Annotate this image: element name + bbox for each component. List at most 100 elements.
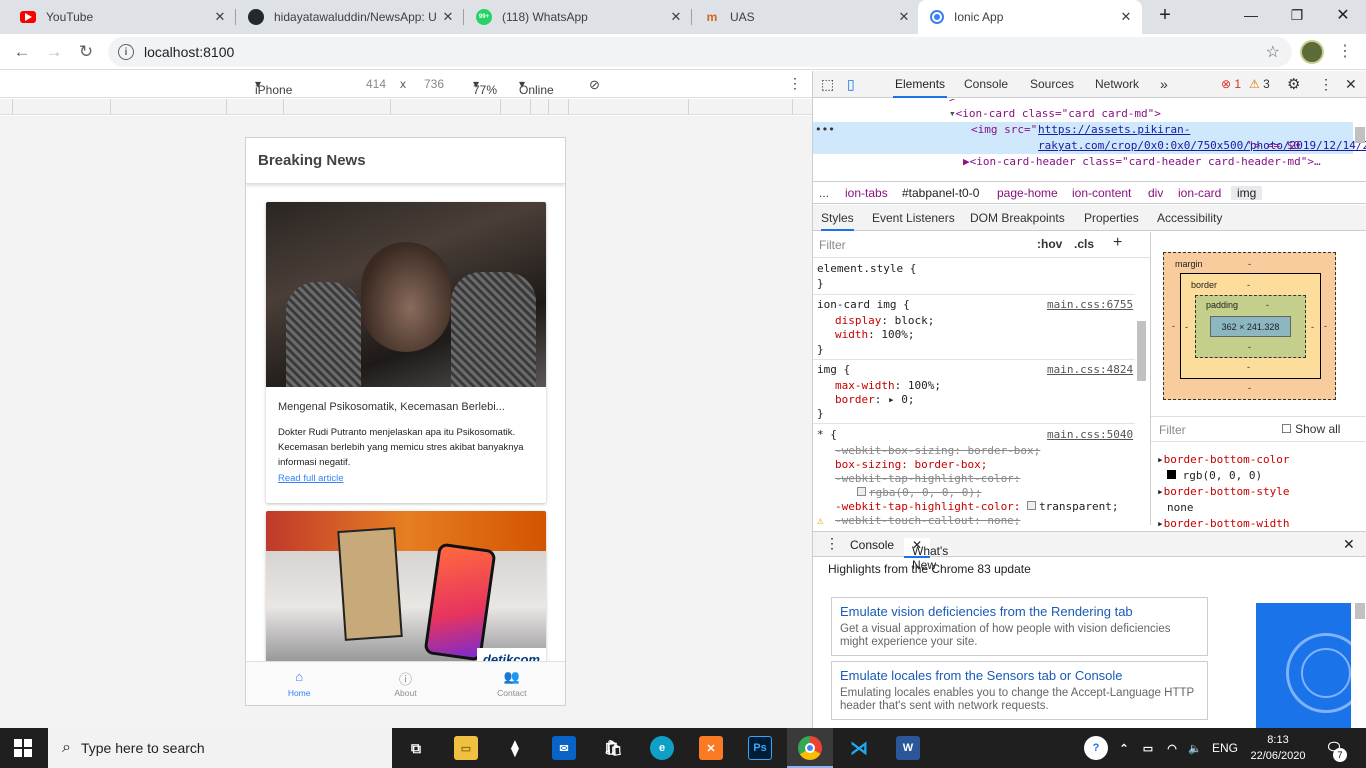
device-select[interactable]: iPhone 6/7/... ▾ [255,77,292,111]
device-toolbar-icon[interactable]: ▯ [847,71,855,98]
tab-home[interactable]: ⌂ Home [246,662,352,705]
news-card[interactable]: Mengenal Psikosomatik, Kecemasan Berlebi… [266,202,546,503]
dom-tree[interactable]: > ▾<ion-card class="card card-md"> ••• <… [813,99,1366,179]
close-icon[interactable]: ✕ [896,9,912,25]
scrollbar[interactable] [1137,321,1146,381]
close-devtools-icon[interactable]: ✕ [1345,71,1357,98]
subtab-event-listeners[interactable]: Event Listeners [872,211,955,225]
tab-youtube[interactable]: YouTube ✕ [8,0,236,34]
styles-filter-input[interactable]: Filter [819,238,846,252]
tab-elements[interactable]: Elements [893,71,948,98]
close-icon[interactable]: ✕ [440,9,456,25]
subtab-accessibility[interactable]: Accessibility [1157,211,1222,225]
tab-uas[interactable]: m UAS ✕ [692,0,920,34]
language-indicator[interactable]: ENG [1212,741,1238,755]
chevron-up-icon[interactable]: ⌃ [1112,736,1136,760]
source-link[interactable]: main.css:6755 [1047,297,1133,312]
box-content[interactable]: 362 × 241.328 [1210,316,1291,337]
whats-new-card[interactable]: Emulate vision deficiencies from the Ren… [831,597,1208,656]
rule-selector[interactable]: ion-card img { [817,297,910,312]
chrome-icon[interactable] [798,736,822,760]
profile-avatar[interactable] [1300,40,1324,64]
subtab-dom-breakpoints[interactable]: DOM Breakpoints [970,211,1065,225]
forward-icon[interactable]: → [42,40,66,64]
drawer-menu-icon[interactable]: ⋮ [825,535,839,552]
drawer-tab-whats-new[interactable]: What's New ✕ [904,538,948,572]
show-all-checkbox[interactable]: ☐ Show all [1281,422,1340,436]
tab-contact[interactable]: 👥 Contact [459,662,565,705]
window-close-button[interactable]: ✕ [1320,0,1366,30]
cls-toggle[interactable]: .cls [1074,237,1094,251]
media-query-ruler[interactable] [0,99,812,115]
new-tab-button[interactable]: + [1142,0,1188,30]
box-padding[interactable]: padding - - 362 × 241.328 [1195,295,1306,358]
reload-icon[interactable]: ↻ [74,40,98,64]
more-tabs-icon[interactable]: » [1160,71,1168,98]
maximize-button[interactable]: ❐ [1274,0,1320,30]
vscode-icon[interactable]: ⋊ [847,736,871,760]
computed-filter-input[interactable]: Filter [1159,423,1186,437]
windows-start-icon[interactable] [14,739,32,757]
tab-console[interactable]: Console [964,71,1008,98]
box-margin[interactable]: margin - - - - border - - - - padding - … [1163,252,1336,400]
new-rule-icon[interactable]: + [1113,234,1122,252]
news-card[interactable]: detikcom [266,511,546,671]
file-explorer-icon[interactable]: ▭ [454,736,478,760]
store-icon[interactable]: 🛍 [601,736,625,760]
clock[interactable]: 8:13 22/06/2020 [1250,732,1306,764]
tab-about[interactable]: ⓘ About [352,662,458,705]
source-link[interactable]: main.css:4824 [1047,362,1133,377]
rule-selector[interactable]: element.style { [817,261,916,276]
inspect-element-icon[interactable]: ⬚ [821,71,834,98]
edge-icon[interactable]: e [650,736,674,760]
tab-whatsapp[interactable]: 99+ (118) WhatsApp ✕ [464,0,692,34]
article-image[interactable] [266,202,546,387]
width-input[interactable]: 414 [366,77,386,91]
whats-new-card[interactable]: Emulate locales from the Sensors tab or … [831,661,1208,720]
back-icon[interactable]: ← [10,40,34,64]
dropbox-icon[interactable]: ⧫ [503,736,527,760]
bookmark-star-icon[interactable]: ☆ [1266,42,1280,62]
hov-toggle[interactable]: :hov [1037,237,1062,251]
info-icon[interactable]: i [118,44,134,60]
volume-icon[interactable]: 🔈 [1183,736,1207,760]
wifi-icon[interactable]: ◠ [1160,736,1184,760]
subtab-styles[interactable]: Styles [821,211,854,231]
tab-github[interactable]: hidayatawaluddin/NewsApp: U ✕ [236,0,464,34]
article-image[interactable]: detikcom [266,511,546,671]
rotate-icon[interactable]: ⊘ [589,77,600,93]
network-throttle-select[interactable]: Online ▾ [519,77,554,97]
source-link[interactable]: main.css:5040 [1047,427,1133,442]
warning-count[interactable]: ⚠ 3 [1249,71,1270,98]
rule-selector[interactable]: img { [817,362,850,377]
taskbar-search-box[interactable]: ⌕ Type here to search [48,728,392,768]
read-article-link[interactable]: Read full article [266,470,546,490]
tab-ionic-app[interactable]: Ionic App ✕ [918,0,1142,34]
scrollbar[interactable] [1355,603,1365,619]
dom-node[interactable]: ▾<ion-card class="card card-md"> [949,106,1161,122]
minimize-button[interactable]: — [1228,0,1274,30]
devtools-menu-icon[interactable]: ⋮ [1319,71,1333,98]
close-icon[interactable]: ✕ [212,9,228,25]
battery-icon[interactable]: ▭ [1136,736,1160,760]
box-border[interactable]: border - - - - padding - - 362 × 241.328 [1180,273,1321,379]
dom-node-selected[interactable]: <img src=" https://assets.pikiran-rakyat.… [971,122,1366,152]
dom-node[interactable]: ▶<ion-card-header class="card-header car… [963,154,1321,170]
help-icon[interactable]: ? [1084,736,1108,760]
word-icon[interactable]: W [896,736,920,760]
tab-sources[interactable]: Sources [1030,71,1074,98]
subtab-properties[interactable]: Properties [1084,211,1139,225]
close-icon[interactable]: ✕ [668,9,684,25]
chrome-menu-icon[interactable]: ⋮ [1337,41,1353,61]
close-drawer-icon[interactable]: ✕ [1343,536,1355,553]
zoom-select[interactable]: 77% ▾ [473,77,497,97]
height-input[interactable]: 736 [424,77,444,91]
photoshop-icon[interactable]: Ps [748,736,772,760]
tab-network[interactable]: Network [1095,71,1139,98]
error-count[interactable]: ⊗ 1 [1221,71,1241,98]
xampp-icon[interactable]: ✕ [699,736,723,760]
address-bar[interactable]: i localhost:8100 ☆ [108,37,1292,67]
rule-selector[interactable]: * { [817,427,837,442]
settings-gear-icon[interactable]: ⚙ [1287,71,1300,98]
task-view-icon[interactable]: ⧉ [404,736,428,760]
